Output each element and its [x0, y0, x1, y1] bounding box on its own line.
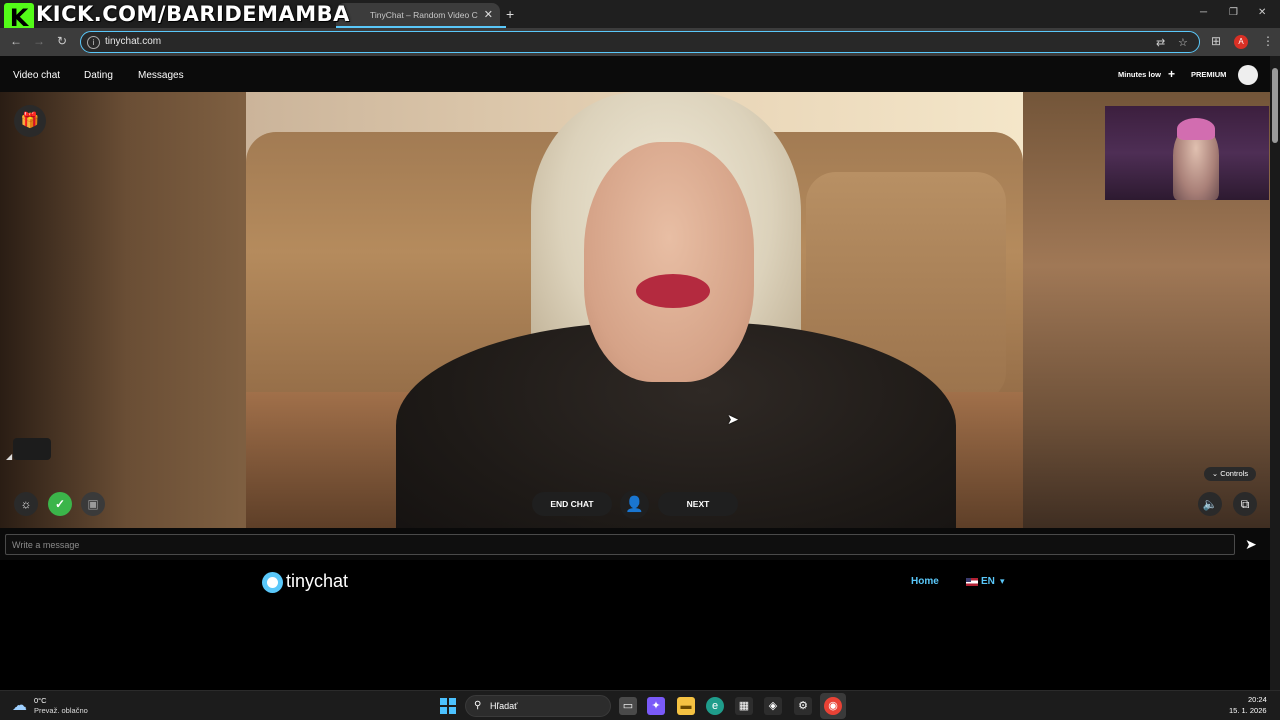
tab-close-icon[interactable]: ✕: [484, 8, 493, 21]
person-icon[interactable]: 👤: [620, 490, 649, 519]
steam-icon[interactable]: ⚙: [794, 697, 812, 715]
stream-overlay-text: KICK.COM/BARIDEMAMBA: [36, 2, 350, 26]
bookmark-star-icon[interactable]: ☆: [1178, 36, 1188, 49]
next-button[interactable]: NEXT: [658, 492, 738, 516]
weather-icon[interactable]: ☁: [12, 696, 27, 714]
chrome-icon[interactable]: ◉: [824, 697, 842, 715]
video-person-lips: [636, 274, 710, 308]
maximize-button[interactable]: ❐: [1229, 7, 1238, 18]
browser-tab-tinychat[interactable]: TinyChat – Random Video C ✕: [336, 3, 500, 28]
overlay-box: [13, 438, 51, 460]
app-icon[interactable]: ◈: [764, 697, 782, 715]
resize-handle-icon[interactable]: ◢: [6, 452, 12, 461]
edge-icon[interactable]: e: [706, 697, 724, 715]
scrollbar-thumb[interactable]: [1272, 68, 1278, 143]
search-placeholder: Hľadať: [490, 701, 518, 711]
site-header: Video chat Dating Messages Minutes low +…: [0, 56, 1270, 92]
store-icon[interactable]: ▦: [735, 697, 753, 715]
gift-icon[interactable]: 🎁: [14, 105, 46, 137]
close-window-button[interactable]: ✕: [1258, 7, 1266, 18]
premium-link[interactable]: PREMIUM: [1191, 70, 1226, 79]
volume-icon[interactable]: 🔈: [1198, 492, 1222, 516]
tab-title: TinyChat – Random Video C: [370, 10, 478, 20]
send-icon[interactable]: ➤: [1245, 536, 1257, 553]
user-avatar[interactable]: [1238, 65, 1258, 85]
video-stage: ➤ 🎁 ◢ ☼ ✓ ▣ END CHAT 👤 NEXT ⌄ Controls 🔈…: [0, 92, 1270, 528]
back-icon[interactable]: ←: [10, 34, 22, 48]
end-chat-button[interactable]: END CHAT: [532, 492, 612, 516]
url-text: tinychat.com: [105, 36, 162, 47]
translate-icon[interactable]: ⇄: [1156, 36, 1165, 49]
clock-date[interactable]: 15. 1. 2026: [1229, 706, 1267, 715]
nav-dating[interactable]: Dating: [84, 70, 113, 81]
task-view-icon[interactable]: ▭: [619, 697, 637, 715]
browser-menu-icon[interactable]: ⋮: [1262, 34, 1274, 48]
extensions-icon[interactable]: ⊞: [1211, 34, 1221, 48]
save-icon[interactable]: ▣: [81, 492, 105, 516]
profile-avatar[interactable]: A: [1234, 35, 1248, 49]
site-info-icon[interactable]: i: [87, 36, 100, 49]
stranger-video: ➤: [246, 92, 1023, 528]
us-flag-icon: [966, 578, 978, 586]
tinychat-logo-icon: [262, 572, 283, 593]
pip-icon[interactable]: ⧉: [1233, 492, 1257, 516]
weather-description: Prevaž. oblačno: [34, 706, 88, 715]
language-selector[interactable]: EN: [981, 576, 995, 587]
file-explorer-icon[interactable]: ▬: [677, 697, 695, 715]
nav-messages[interactable]: Messages: [138, 70, 184, 81]
self-camera-preview: [1105, 106, 1269, 200]
windows-taskbar: ☁ 0°C Prevaž. oblačno ⚲ Hľadať ▭ ✦ ▬ e ▦…: [0, 690, 1280, 720]
lightbulb-icon[interactable]: ☼: [14, 492, 38, 516]
minutes-low-label: Minutes low: [1118, 70, 1161, 79]
controls-toggle[interactable]: ⌄ Controls: [1204, 467, 1256, 481]
windows-start-icon[interactable]: [440, 698, 456, 714]
home-link[interactable]: Home: [911, 576, 939, 587]
search-icon: ⚲: [474, 700, 482, 711]
message-bar: ➤: [0, 528, 1270, 560]
message-input[interactable]: [5, 534, 1235, 555]
new-tab-button[interactable]: +: [506, 6, 514, 22]
temperature: 0°C: [34, 696, 47, 705]
forward-icon[interactable]: →: [33, 34, 45, 48]
mouse-cursor-icon: ➤: [727, 411, 739, 427]
video-person-face: [584, 142, 754, 382]
taskbar-search[interactable]: ⚲ Hľadať: [465, 695, 611, 717]
reload-icon[interactable]: ↻: [57, 34, 67, 48]
tinychat-logo-text[interactable]: tinychat: [286, 571, 348, 592]
add-minutes-icon[interactable]: +: [1168, 67, 1175, 81]
page-scrollbar[interactable]: [1270, 56, 1280, 690]
self-person-hat: [1177, 118, 1215, 140]
address-bar[interactable]: i tinychat.com ⇄ ☆: [80, 31, 1200, 53]
chevron-down-icon[interactable]: ▾: [1000, 576, 1005, 587]
check-icon[interactable]: ✓: [48, 492, 72, 516]
nav-video-chat[interactable]: Video chat: [13, 70, 60, 81]
minimize-button[interactable]: ─: [1200, 7, 1207, 18]
clock-time[interactable]: 20:24: [1248, 695, 1267, 704]
site-footer: tinychat Home EN ▾: [0, 560, 1270, 690]
browser-toolbar: ← → ↻ i tinychat.com ⇄ ☆ ⊞ ⋮: [0, 28, 1280, 56]
copilot-icon[interactable]: ✦: [647, 697, 665, 715]
